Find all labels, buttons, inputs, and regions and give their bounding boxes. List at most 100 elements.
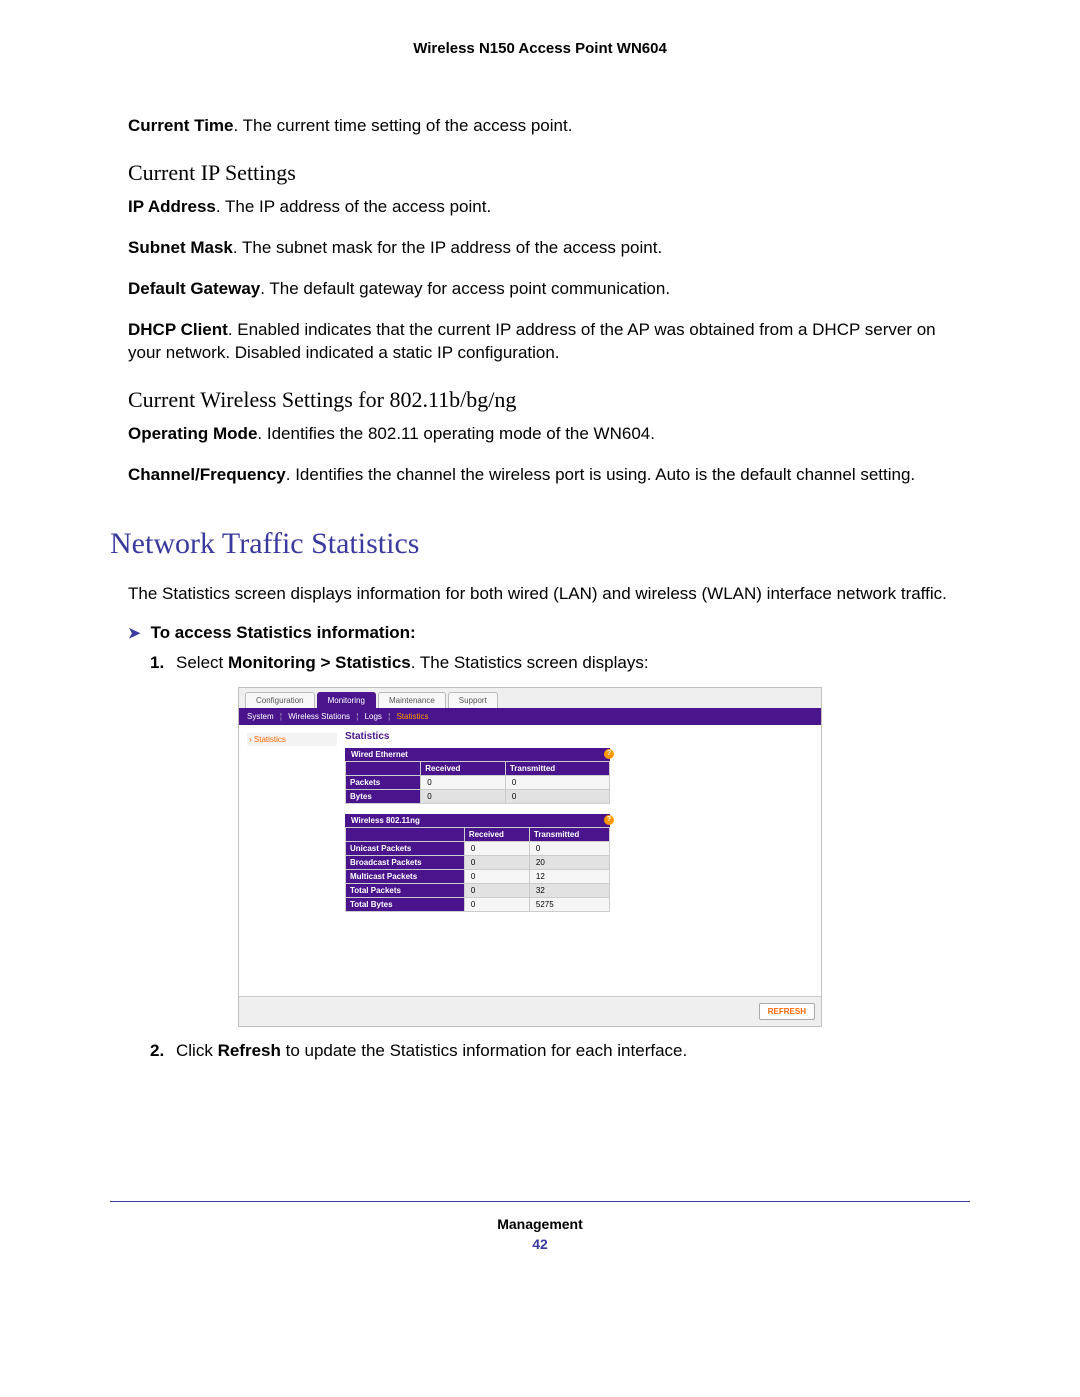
row-rx: 0	[464, 884, 529, 898]
wired-ethernet-header: Wired Ethernet ?	[345, 748, 610, 761]
wired-ethernet-label: Wired Ethernet	[351, 750, 408, 759]
wired-table: Received Transmitted Packets 0 0 Bytes	[345, 761, 610, 804]
shot-footer: REFRESH	[239, 996, 821, 1026]
wireless-section: Wireless 802.11ng ? Received Transmitted	[345, 814, 610, 912]
subnav-wireless-stations[interactable]: Wireless Stations	[288, 712, 350, 721]
top-tabs: Configuration Monitoring Maintenance Sup…	[239, 688, 821, 708]
table-row: Unicast Packets 0 0	[346, 842, 610, 856]
wired-col-blank	[346, 762, 421, 776]
stats-intro: The Statistics screen displays informati…	[128, 583, 952, 606]
table-row: Packets 0 0	[346, 776, 610, 790]
step2-pre: Click	[176, 1041, 218, 1060]
panel-title: Statistics	[345, 731, 813, 742]
statistics-panel: Statistics Wired Ethernet ? Received	[341, 729, 817, 992]
table-row: Bytes 0 0	[346, 790, 610, 804]
ip-settings-heading: Current IP Settings	[128, 160, 952, 186]
row-tx: 20	[529, 856, 609, 870]
subnav-system[interactable]: System	[247, 712, 274, 721]
default-gw-term: Default Gateway	[128, 279, 260, 298]
step-2: 2. Click Refresh to update the Statistic…	[176, 1041, 970, 1061]
wireless-col-received: Received	[464, 828, 529, 842]
statistics-screenshot: Configuration Monitoring Maintenance Sup…	[238, 687, 822, 1027]
ip-address-text: . The IP address of the access point.	[216, 197, 491, 216]
network-traffic-heading: Network Traffic Statistics	[110, 527, 970, 561]
subnet-mask-desc: Subnet Mask. The subnet mask for the IP …	[128, 237, 952, 260]
wired-col-received: Received	[421, 762, 506, 776]
refresh-button[interactable]: REFRESH	[759, 1003, 815, 1020]
channel-desc: Channel/Frequency. Identifies the channe…	[128, 464, 952, 487]
page-footer: Management 42	[110, 1201, 970, 1252]
default-gw-text: . The default gateway for access point c…	[260, 279, 670, 298]
table-row: Broadcast Packets 0 20	[346, 856, 610, 870]
access-procedure-heading: ➤ To access Statistics information:	[128, 623, 952, 643]
tab-support[interactable]: Support	[448, 692, 498, 708]
step2-bold: Refresh	[218, 1041, 281, 1060]
subnet-mask-term: Subnet Mask	[128, 238, 233, 257]
access-label: To access Statistics information:	[151, 623, 416, 642]
ip-address-desc: IP Address. The IP address of the access…	[128, 196, 952, 219]
current-time-desc: Current Time. The current time setting o…	[128, 115, 952, 138]
row-tx: 0	[529, 842, 609, 856]
row-label: Broadcast Packets	[346, 856, 465, 870]
wireless-header: Wireless 802.11ng ?	[345, 814, 610, 827]
row-rx: 0	[464, 870, 529, 884]
default-gw-desc: Default Gateway. The default gateway for…	[128, 278, 952, 301]
help-icon[interactable]: ?	[604, 815, 614, 825]
sub-nav: System ¦ Wireless Stations ¦ Logs ¦ Stat…	[239, 708, 821, 725]
row-tx: 5275	[529, 898, 609, 912]
doc-header: Wireless N150 Access Point WN604	[110, 40, 970, 57]
step1-pre: Select	[176, 653, 228, 672]
step1-post: . The Statistics screen displays:	[411, 653, 649, 672]
wireless-settings-heading: Current Wireless Settings for 802.11b/bg…	[128, 387, 952, 413]
channel-text: . Identifies the channel the wireless po…	[286, 465, 915, 484]
channel-term: Channel/Frequency	[128, 465, 286, 484]
op-mode-term: Operating Mode	[128, 424, 257, 443]
row-rx: 0	[421, 776, 506, 790]
subnav-logs[interactable]: Logs	[365, 712, 382, 721]
wireless-col-blank	[346, 828, 465, 842]
row-rx: 0	[464, 842, 529, 856]
row-label: Multicast Packets	[346, 870, 465, 884]
row-label: Packets	[346, 776, 421, 790]
row-tx: 12	[529, 870, 609, 884]
current-time-term: Current Time	[128, 116, 234, 135]
sidebar: Statistics	[243, 729, 341, 992]
help-icon[interactable]: ?	[604, 749, 614, 759]
arrow-icon: ➤	[128, 625, 141, 642]
dhcp-desc: DHCP Client. Enabled indicates that the …	[128, 319, 952, 365]
wired-ethernet-section: Wired Ethernet ? Received Transmitted	[345, 748, 610, 804]
step2-post: to update the Statistics information for…	[281, 1041, 687, 1060]
dhcp-term: DHCP Client	[128, 320, 228, 339]
op-mode-text: . Identifies the 802.11 operating mode o…	[257, 424, 655, 443]
op-mode-desc: Operating Mode. Identifies the 802.11 op…	[128, 423, 952, 446]
row-tx: 0	[505, 776, 609, 790]
subnet-mask-text: . The subnet mask for the IP address of …	[233, 238, 662, 257]
table-row: Total Packets 0 32	[346, 884, 610, 898]
footer-section: Management	[110, 1216, 970, 1232]
wireless-label: Wireless 802.11ng	[351, 816, 420, 825]
subnav-statistics[interactable]: Statistics	[396, 712, 428, 721]
sidebar-item-statistics[interactable]: Statistics	[247, 733, 337, 746]
row-tx: 32	[529, 884, 609, 898]
tab-maintenance[interactable]: Maintenance	[378, 692, 446, 708]
wireless-col-transmitted: Transmitted	[529, 828, 609, 842]
step1-bold: Monitoring > Statistics	[228, 653, 411, 672]
row-rx: 0	[464, 856, 529, 870]
table-row: Multicast Packets 0 12	[346, 870, 610, 884]
dhcp-text: . Enabled indicates that the current IP …	[128, 320, 936, 362]
page-number: 42	[110, 1236, 970, 1252]
tab-monitoring[interactable]: Monitoring	[317, 692, 376, 708]
row-label: Total Bytes	[346, 898, 465, 912]
row-tx: 0	[505, 790, 609, 804]
wired-col-transmitted: Transmitted	[505, 762, 609, 776]
row-label: Unicast Packets	[346, 842, 465, 856]
row-label: Bytes	[346, 790, 421, 804]
table-row: Total Bytes 0 5275	[346, 898, 610, 912]
row-label: Total Packets	[346, 884, 465, 898]
tab-configuration[interactable]: Configuration	[245, 692, 315, 708]
current-time-text: . The current time setting of the access…	[234, 116, 573, 135]
step-1: 1. Select Monitoring > Statistics. The S…	[176, 653, 970, 1027]
row-rx: 0	[464, 898, 529, 912]
ip-address-term: IP Address	[128, 197, 216, 216]
row-rx: 0	[421, 790, 506, 804]
